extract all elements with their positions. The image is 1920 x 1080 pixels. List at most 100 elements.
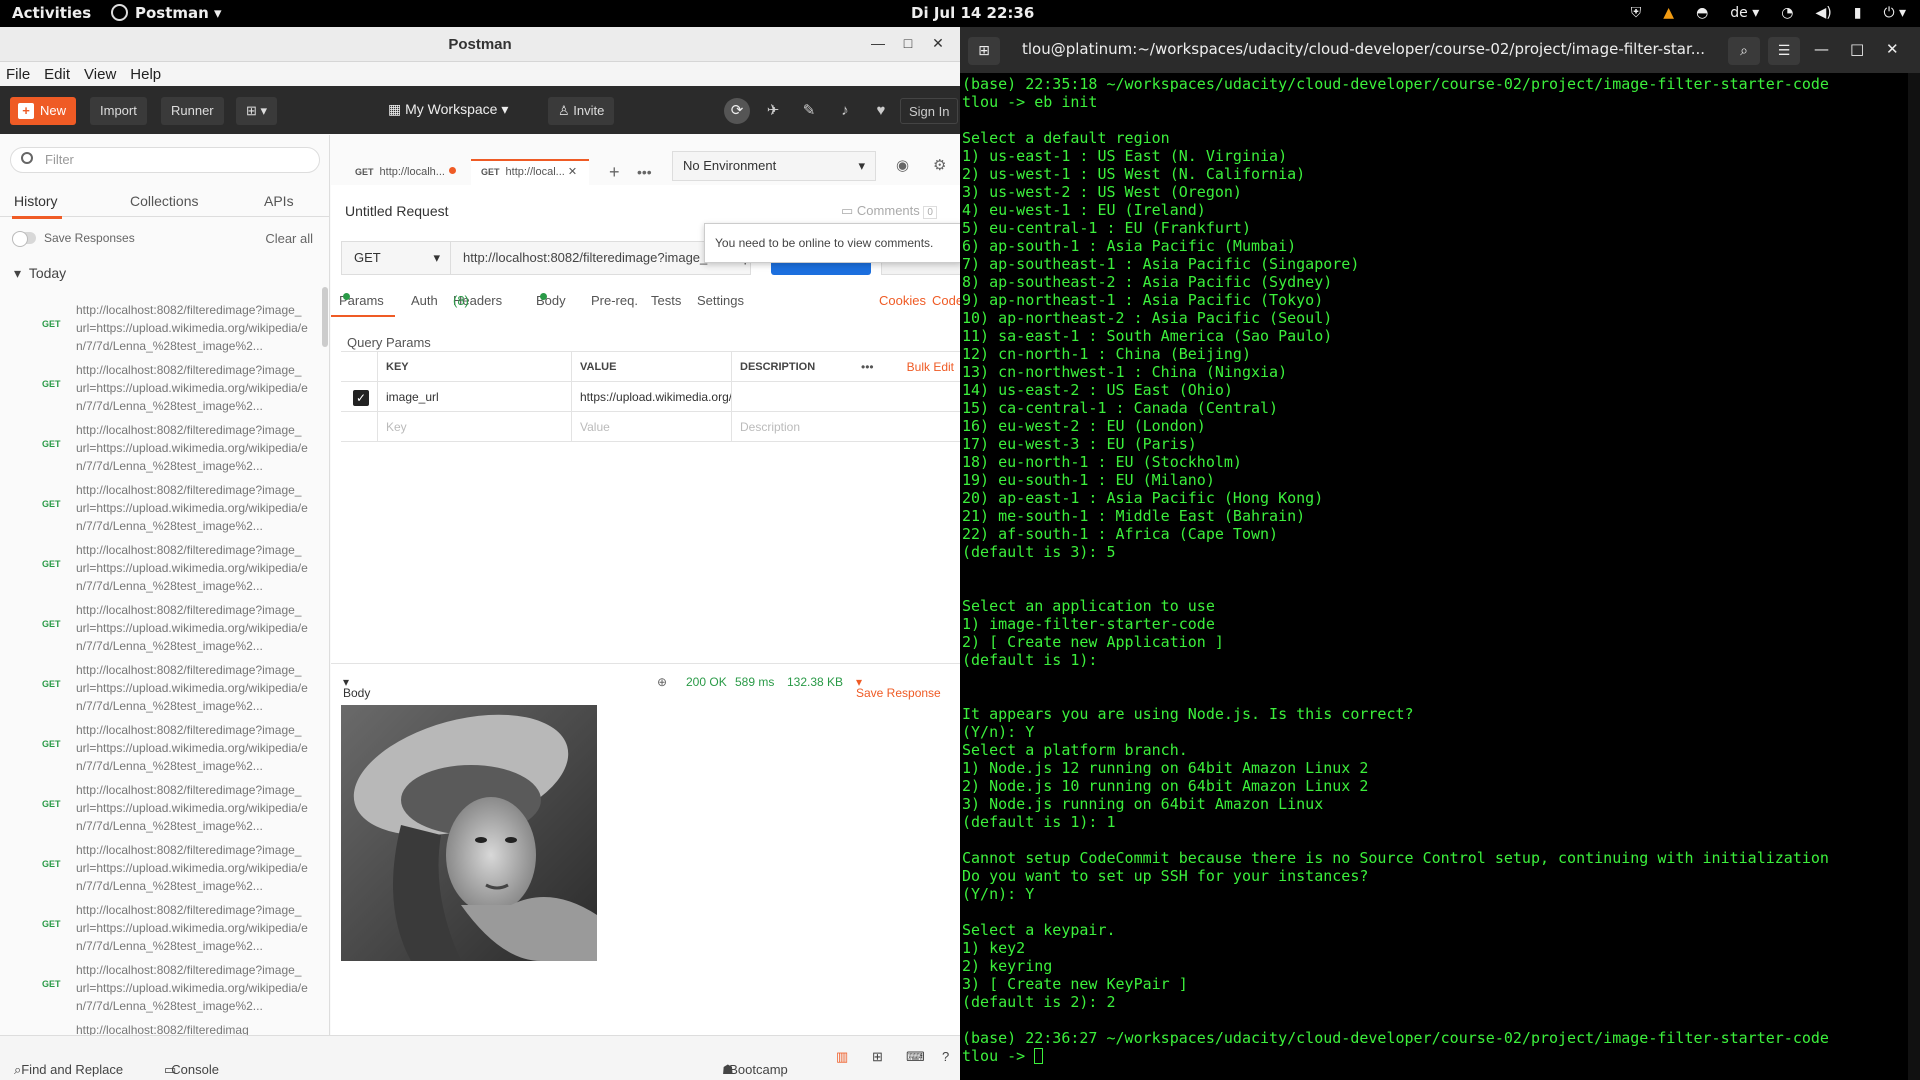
code-link[interactable]: Code	[932, 293, 960, 308]
volume-icon[interactable]: ◀)	[1815, 4, 1831, 22]
bell-icon[interactable]: ♪	[832, 98, 858, 124]
console-button[interactable]: ▭ Console	[164, 1049, 219, 1077]
save-response-button[interactable]: Save Response ▾	[856, 675, 941, 700]
request-title[interactable]: Untitled Request	[345, 203, 449, 219]
tab-apis[interactable]: APIs	[264, 193, 294, 209]
more-icon[interactable]: •••	[861, 352, 874, 382]
history-item[interactable]: GET http://localhost:8082/filteredimage?i…	[0, 475, 322, 535]
menu-edit[interactable]: Edit	[44, 66, 70, 83]
heart-icon[interactable]: ♥	[868, 98, 894, 124]
new-button-label: New	[40, 103, 67, 118]
wrench-icon[interactable]: ✎	[796, 98, 822, 124]
description-input[interactable]: Description	[731, 412, 960, 442]
keyboard-icon[interactable]: ⌨	[906, 1049, 925, 1065]
cookies-link[interactable]: Cookies	[879, 293, 926, 308]
invite-button[interactable]: ♙ Invite	[548, 97, 615, 125]
environment-select[interactable]: No Environment ▾	[672, 151, 876, 181]
eye-icon[interactable]: ◉	[886, 155, 909, 181]
layout-two-pane-icon[interactable]: ▥	[836, 1049, 848, 1065]
history-group-today[interactable]: ▾ Today	[14, 265, 66, 282]
param-description[interactable]	[731, 382, 960, 412]
new-window-button[interactable]: ⊞ ▾	[236, 97, 278, 125]
menu-help[interactable]: Help	[130, 66, 161, 83]
menu-file[interactable]: File	[6, 66, 30, 83]
tab-prereq[interactable]: Pre-req.	[591, 293, 638, 308]
add-tab-icon[interactable]: +	[599, 159, 620, 185]
activities-button[interactable]: Activities	[12, 4, 91, 22]
close-icon[interactable]: ✕	[1886, 40, 1899, 58]
tab-history[interactable]: History	[12, 193, 62, 219]
bootcamp-button[interactable]: ☗ Bootcamp	[722, 1049, 788, 1077]
menu-view[interactable]: View	[84, 66, 116, 83]
history-item[interactable]: GET http://localhost:8082/filteredimage?i…	[0, 295, 322, 355]
save-responses-toggle[interactable]: Save Responses	[12, 231, 135, 247]
layout-grid-icon[interactable]: ⊞	[872, 1049, 883, 1065]
bulk-edit-link[interactable]: Bulk Edit	[907, 352, 954, 382]
tab-settings[interactable]: Settings	[697, 293, 744, 308]
shield-icon[interactable]: ⛨	[1631, 4, 1642, 22]
vlc-icon[interactable]: ▲	[1663, 4, 1674, 22]
new-button[interactable]: + New	[10, 97, 77, 125]
search-icon[interactable]: ⌕	[1728, 37, 1760, 65]
history-item[interactable]: GET http://localhost:8082/filteredimage?i…	[0, 715, 322, 775]
minimize-icon[interactable]: —	[870, 35, 886, 51]
history-item[interactable]: GET http://localhost:8082/filteredimage?i…	[0, 955, 322, 1015]
request-tab-active[interactable]: GET http://local... ✕	[471, 159, 589, 185]
globe-icon[interactable]: ⊕	[657, 675, 667, 689]
help-icon[interactable]: ?	[942, 1049, 949, 1064]
close-tab-icon[interactable]: ✕	[568, 166, 577, 178]
key-input[interactable]: Key	[377, 412, 571, 442]
app-menu[interactable]: Postman ▾	[111, 4, 222, 22]
history-item[interactable]: GET http://localhost:8082/filteredimage?i…	[0, 895, 322, 955]
tab-auth[interactable]: Auth	[411, 293, 438, 308]
param-value[interactable]: https://upload.wikimedia.org/wikipedia/e…	[571, 382, 731, 412]
satellite-icon[interactable]: ✈	[760, 98, 786, 124]
minimize-icon[interactable]: —	[1814, 40, 1829, 58]
clock[interactable]: Di Jul 14 22:36	[911, 4, 1034, 22]
history-item[interactable]: GET http://localhost:8082/filteredimage?i…	[0, 355, 322, 415]
close-icon[interactable]: ✕	[930, 35, 946, 52]
tab-tests[interactable]: Tests	[651, 293, 681, 308]
hamburger-menu-icon[interactable]: ☰	[1768, 37, 1800, 65]
runner-button[interactable]: Runner	[161, 97, 224, 125]
history-item[interactable]: GET http://localhost:8082/filteredimage?i…	[0, 535, 322, 595]
keyboard-layout[interactable]: de ▾	[1730, 4, 1759, 22]
history-item[interactable]: GET http://localhost:8082/filteredimage?i…	[0, 415, 322, 475]
value-input[interactable]: Value	[571, 412, 731, 442]
request-tab[interactable]: GET http://localh...	[345, 159, 465, 185]
tray-app-icon[interactable]: ◓	[1696, 4, 1708, 22]
col-key: KEY	[377, 352, 571, 382]
history-item[interactable]: GET http://localhost:8082/filteredimage?i…	[0, 595, 322, 655]
maximize-icon[interactable]: □	[1850, 40, 1864, 58]
more-tabs-icon[interactable]: •••	[627, 159, 652, 185]
toggle-switch[interactable]	[12, 231, 36, 247]
history-item[interactable]: GET http://localhost:8082/filteredimage?i…	[0, 835, 322, 895]
import-button[interactable]: Import	[90, 97, 147, 125]
history-item[interactable]: GET http://localhost:8082/filteredimage?i…	[0, 655, 322, 715]
maximize-icon[interactable]: □	[900, 35, 916, 51]
clear-all-button[interactable]: Clear all	[265, 231, 313, 246]
param-key[interactable]: image_url	[377, 382, 571, 412]
comments-button[interactable]: ▭ Comments 0	[841, 203, 937, 219]
filter-input[interactable]: Filter	[10, 147, 320, 173]
battery-icon[interactable]: ▮	[1854, 4, 1862, 22]
sidebar-scrollbar[interactable]	[322, 287, 328, 347]
find-replace-button[interactable]: ⌕ Find and Replace	[14, 1049, 123, 1077]
history-item[interactable]: http://localhost:8082/filteredimag	[0, 1015, 322, 1035]
history-item[interactable]: GET http://localhost:8082/filteredimage?i…	[0, 775, 322, 835]
workspace-selector[interactable]: ▦ My Workspace ▾	[388, 101, 508, 118]
method-select[interactable]: GET ▾	[341, 241, 451, 275]
terminal-output[interactable]: (base) 22:35:18 ~/workspaces/udacity/clo…	[962, 75, 1912, 1065]
tab-collections[interactable]: Collections	[130, 193, 198, 209]
status-dot	[343, 293, 350, 300]
sync-off-icon[interactable]: ⟳	[724, 98, 750, 124]
power-menu-icon[interactable]: ⏻ ▾	[1883, 4, 1906, 22]
terminal-scrollbar[interactable]	[1908, 73, 1920, 1080]
response-size: 132.38 KB	[787, 675, 844, 689]
param-checkbox[interactable]: ✓	[353, 390, 369, 406]
response-body-select[interactable]: Body ▾	[343, 675, 370, 700]
gear-icon[interactable]: ⚙	[923, 155, 946, 181]
new-tab-icon[interactable]: ⊞	[968, 37, 1000, 65]
sign-in-button[interactable]: Sign In	[900, 98, 959, 124]
wifi-icon[interactable]: ◔	[1781, 4, 1793, 22]
